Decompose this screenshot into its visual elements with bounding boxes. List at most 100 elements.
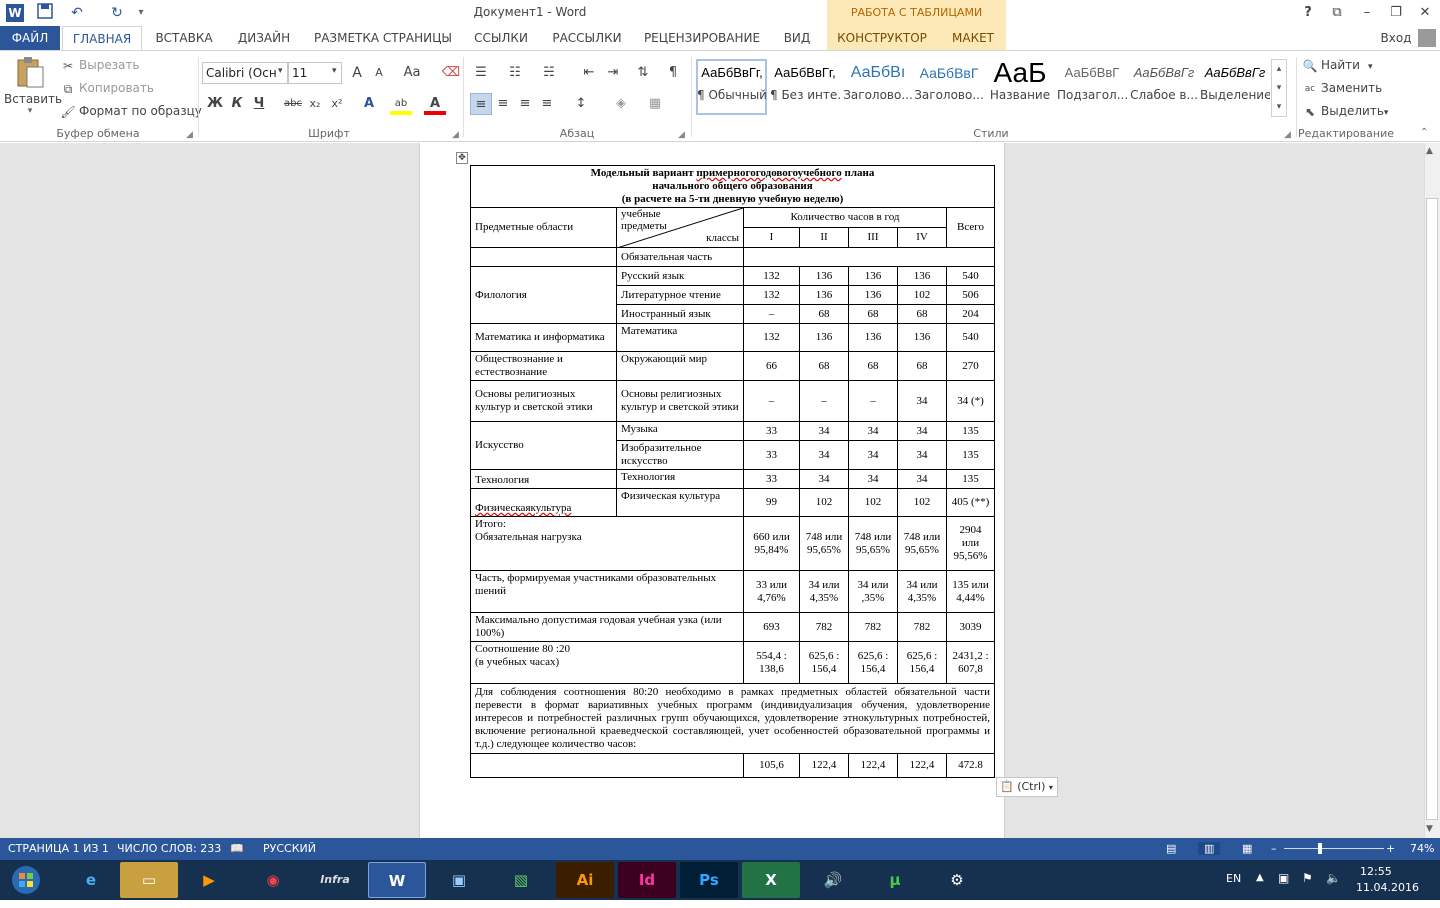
value-cell[interactable]: 34 или 4,35% xyxy=(799,570,849,613)
total-cell[interactable]: 270 xyxy=(946,351,995,381)
total-cell[interactable]: 540 xyxy=(946,323,995,352)
subject-cell[interactable]: Музыка xyxy=(616,421,744,441)
value-cell[interactable]: 136 xyxy=(799,323,849,352)
value-cell[interactable]: 34 xyxy=(848,469,898,489)
value-cell[interactable]: 102 xyxy=(799,488,849,517)
tab-table-design[interactable]: КОНСТРУКТОР xyxy=(832,26,932,50)
zoom-slider-track[interactable] xyxy=(1284,848,1384,849)
area-cell[interactable]: Технология xyxy=(470,469,617,489)
value-cell[interactable]: 132 xyxy=(743,266,800,286)
value-cell[interactable]: – xyxy=(743,380,800,422)
value-cell[interactable]: 660 или 95,84% xyxy=(743,516,800,571)
copy-button[interactable]: ⧉ Копировать xyxy=(60,78,154,98)
style-subtitle[interactable]: АаБбВвГ Подзагол... xyxy=(1057,58,1127,116)
note-cell[interactable]: Для соблюдения соотношения 80:20 необход… xyxy=(470,683,995,754)
value-cell[interactable]: 782 xyxy=(897,612,947,642)
line-spacing-icon[interactable]: ↕ xyxy=(570,93,592,115)
curriculum-table[interactable]: Модельный вариант примерногогодовогоучеб… xyxy=(470,165,995,778)
start-button[interactable] xyxy=(2,862,50,898)
language-indicator[interactable]: РУССКИЙ xyxy=(263,842,316,855)
zoom-slider-thumb[interactable] xyxy=(1318,843,1322,854)
format-painter-button[interactable]: 🖌 Формат по образцу xyxy=(60,101,202,121)
ribbon-display-options-button[interactable]: ⧉ xyxy=(1322,3,1352,23)
italic-button[interactable]: К xyxy=(226,93,248,115)
value-cell[interactable]: 554,4 : 138,6 xyxy=(743,641,800,684)
page-count[interactable]: СТРАНИЦА 1 ИЗ 1 xyxy=(8,842,109,855)
align-left-icon[interactable]: ≡ xyxy=(470,93,492,115)
increase-indent-icon[interactable]: ⇥ xyxy=(602,62,624,84)
value-cell[interactable]: 136 xyxy=(799,285,849,305)
utorrent-icon[interactable]: µ xyxy=(866,862,924,898)
value-cell[interactable]: 34 xyxy=(799,440,849,470)
value-cell[interactable]: 68 xyxy=(799,304,849,324)
text-effects-button[interactable]: A xyxy=(358,93,380,115)
avatar[interactable] xyxy=(1418,29,1436,47)
area-cell[interactable]: Математика и информатика xyxy=(470,323,617,352)
subject-cell[interactable]: Русский язык xyxy=(616,266,744,286)
value-cell[interactable]: 33 xyxy=(743,469,800,489)
value-cell[interactable]: 33 или 4,76% xyxy=(743,570,800,613)
show-marks-icon[interactable]: ¶ xyxy=(662,62,684,84)
input-language[interactable]: EN xyxy=(1226,872,1241,885)
total-cell[interactable]: 135 или 4,44% xyxy=(946,570,995,613)
value-cell[interactable]: 748 или 95,65% xyxy=(897,516,947,571)
area-cell[interactable]: Физическаякультура xyxy=(470,488,617,517)
proofing-icon[interactable]: 📖 xyxy=(230,842,244,855)
paste-button[interactable]: Вставить ▾ xyxy=(4,55,62,121)
scroll-up-icon[interactable]: ▲ xyxy=(1426,146,1433,156)
font-launcher-icon[interactable]: ◢ xyxy=(452,130,459,140)
value-cell[interactable]: 132 xyxy=(743,323,800,352)
font-size-dropdown-icon[interactable]: ▾ xyxy=(332,66,337,76)
subject-cell[interactable]: Иностранный язык xyxy=(616,304,744,324)
paragraph-launcher-icon[interactable]: ◢ xyxy=(678,130,685,140)
tab-table-layout[interactable]: МАКЕТ xyxy=(944,26,1002,50)
explorer-icon[interactable]: ▭ xyxy=(120,862,178,898)
total-cell[interactable]: 2904 или 95,56% xyxy=(946,516,995,571)
underline-button[interactable]: Ч xyxy=(248,93,270,115)
value-cell[interactable]: 34 xyxy=(897,469,947,489)
clock-time[interactable]: 12:55 xyxy=(1360,865,1392,878)
change-case-button[interactable]: Aa xyxy=(398,62,426,84)
total-cell[interactable]: 3039 xyxy=(946,612,995,642)
control-panel-icon[interactable]: ▣ xyxy=(430,862,488,898)
shading-icon[interactable]: ◈ xyxy=(610,93,632,115)
indesign-icon[interactable]: Id xyxy=(618,862,676,898)
value-cell[interactable]: 66 xyxy=(743,351,800,381)
bold-button[interactable]: Ж xyxy=(204,93,226,115)
style-no-spacing[interactable]: АаБбВвГг, ¶ Без инте... xyxy=(770,58,840,116)
table-cell[interactable] xyxy=(470,753,744,778)
vertical-scroll-thumb[interactable] xyxy=(1426,198,1438,820)
zoom-out-button[interactable]: – xyxy=(1271,842,1277,855)
bullets-icon[interactable]: ☰ xyxy=(470,62,492,84)
tab-insert[interactable]: ВСТАВКА xyxy=(152,26,216,50)
undo-icon[interactable]: ↶ xyxy=(64,3,90,23)
value-cell[interactable]: – xyxy=(848,380,898,422)
subject-cell[interactable]: Технология xyxy=(616,469,744,489)
help-button[interactable]: ? xyxy=(1293,3,1323,23)
value-cell[interactable]: 136 xyxy=(848,323,898,352)
clipboard-launcher-icon[interactable]: ◢ xyxy=(186,130,193,140)
infra-recorder-icon[interactable]: Infra xyxy=(306,862,364,898)
total-cell[interactable]: 135 xyxy=(946,469,995,489)
highlight-button[interactable]: ab xyxy=(390,93,412,115)
tray-expand-icon[interactable]: ▲ xyxy=(1256,872,1264,883)
value-cell[interactable]: 625,6 : 156,4 xyxy=(799,641,849,684)
save-icon[interactable] xyxy=(34,3,56,23)
replace-button[interactable]: ac Заменить xyxy=(1302,78,1382,98)
value-cell[interactable]: 136 xyxy=(848,266,898,286)
subject-cell[interactable]: Физическая культура xyxy=(616,488,744,517)
total-cell[interactable]: 506 xyxy=(946,285,995,305)
value-cell[interactable]: 102 xyxy=(897,285,947,305)
chrome-icon[interactable]: ◉ xyxy=(244,862,302,898)
tab-references[interactable]: ССЫЛКИ xyxy=(468,26,534,50)
total-cell[interactable]: 2431,2 : 607,8 xyxy=(946,641,995,684)
close-button[interactable]: ✕ xyxy=(1410,3,1440,23)
align-center-icon[interactable]: ≡ xyxy=(492,93,514,115)
value-cell[interactable]: 122,4 xyxy=(848,753,898,778)
word-taskbar-icon[interactable]: W xyxy=(368,862,426,898)
value-cell[interactable]: 625,6 : 156,4 xyxy=(848,641,898,684)
shrink-font-button[interactable]: A xyxy=(368,62,390,84)
style-heading-1[interactable]: АаБбВı Заголово... xyxy=(843,58,913,116)
multilevel-list-icon[interactable]: ☵ xyxy=(538,62,560,84)
subject-cell[interactable]: Изобразительное искусство xyxy=(616,440,744,470)
